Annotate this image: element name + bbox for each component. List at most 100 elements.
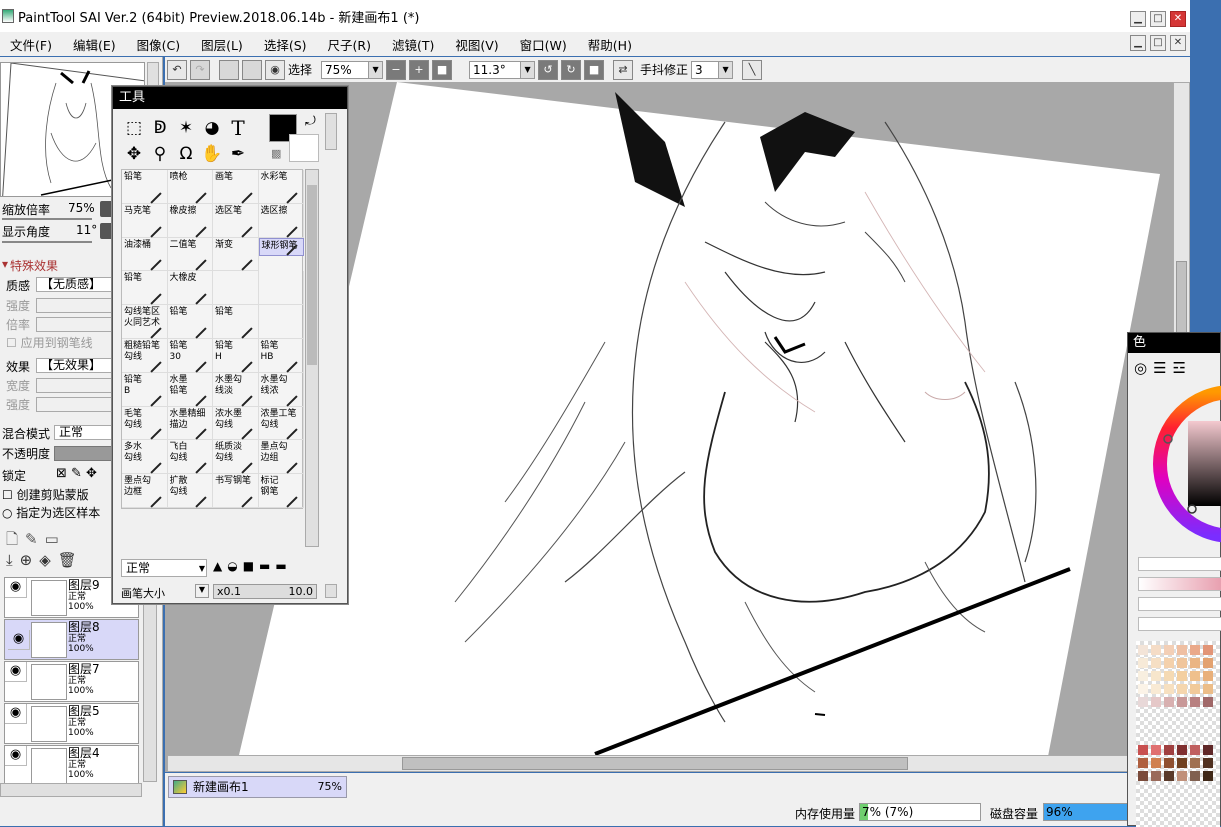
- angle-slider[interactable]: [2, 241, 92, 243]
- redo-button[interactable]: ↷: [190, 59, 210, 80]
- rotate-left-button[interactable]: ↺: [538, 59, 559, 80]
- palette-swatch[interactable]: [1190, 684, 1200, 694]
- brush-slot[interactable]: 毛笔 勾线: [122, 406, 168, 441]
- brush-slot[interactable]: 大橡皮: [167, 271, 213, 306]
- menu-filter[interactable]: 滤镜(T): [382, 35, 445, 54]
- tool-scrollbar[interactable]: [325, 113, 337, 150]
- brush-slot[interactable]: 选区笔: [213, 203, 259, 238]
- magic-wand-icon[interactable]: ✶: [173, 115, 199, 141]
- palette-swatch[interactable]: [1190, 658, 1200, 668]
- rotate-right-button[interactable]: ↻: [561, 59, 582, 80]
- brush-slot[interactable]: 铅笔 30: [167, 338, 213, 373]
- brush-slot[interactable]: 橡皮擦: [167, 203, 213, 238]
- palette-swatch[interactable]: [1164, 684, 1174, 694]
- palette-swatch[interactable]: [1164, 758, 1174, 768]
- layer-item[interactable]: ◉ 图层4 正常 100%: [4, 745, 139, 785]
- brush-scrollbar[interactable]: [305, 169, 319, 547]
- brush-slot[interactable]: 水墨精细 描边: [167, 406, 213, 441]
- brush-slot[interactable]: 飞白 勾线: [167, 440, 213, 475]
- shape-icon[interactable]: ◕: [199, 115, 225, 141]
- brush-size-spin[interactable]: [325, 584, 337, 598]
- palette-swatch[interactable]: [1203, 771, 1213, 781]
- palette-swatch[interactable]: [1190, 645, 1200, 655]
- palette-swatch[interactable]: [1203, 758, 1213, 768]
- move-icon[interactable]: ✥: [121, 141, 147, 167]
- eye-toggle-icon[interactable]: ◉: [265, 59, 285, 80]
- layer-item-selected[interactable]: ◉ 图层8 正常 100%: [4, 619, 139, 660]
- brush-slot[interactable]: 勾线笔区 火同艺术: [122, 305, 168, 339]
- brush-slot[interactable]: 画笔: [213, 170, 259, 204]
- brush-slot[interactable]: [258, 305, 304, 339]
- rect-select-icon[interactable]: ⬚: [121, 115, 147, 141]
- eyedropper-icon[interactable]: ✒: [225, 141, 251, 167]
- brush-slot[interactable]: 铅笔 H: [213, 338, 259, 373]
- palette-swatch[interactable]: [1138, 771, 1148, 781]
- palette-swatch[interactable]: [1177, 684, 1187, 694]
- palette-swatch[interactable]: [1203, 658, 1213, 668]
- brush-slot[interactable]: 铅笔: [122, 170, 168, 204]
- crop-button[interactable]: [242, 59, 262, 80]
- palette-swatch[interactable]: [1203, 697, 1213, 707]
- palette-swatch[interactable]: [1190, 745, 1200, 755]
- doc-close-button[interactable]: ✕: [1170, 35, 1186, 51]
- palette-swatch[interactable]: [1151, 645, 1161, 655]
- brush-scroll-thumb[interactable]: [307, 185, 317, 365]
- angle-select[interactable]: 11.3° ▼: [469, 60, 536, 79]
- layer-actions-icons[interactable]: ⤓⊕◈🗑: [6, 551, 84, 569]
- brush-slot[interactable]: 粗糙铅笔 勾线: [122, 338, 168, 373]
- palette-swatch[interactable]: [1190, 697, 1200, 707]
- doc-minimize-button[interactable]: ▁: [1130, 35, 1146, 51]
- brush-slot[interactable]: 铅笔 HB: [258, 338, 304, 373]
- brush-slot[interactable]: 喷枪: [167, 170, 213, 204]
- layer-item[interactable]: ◉ 图层7 正常 100%: [4, 661, 139, 702]
- brush-slot[interactable]: 铅笔: [213, 305, 259, 339]
- menu-file[interactable]: 文件(F): [0, 35, 63, 54]
- palette-swatch[interactable]: [1177, 658, 1187, 668]
- brush-slot[interactable]: 纸质淡 勾线: [213, 440, 259, 475]
- lock-icons[interactable]: ⊠ ✎ ✥: [56, 466, 97, 481]
- transparent-color-icon[interactable]: ▩: [271, 147, 281, 160]
- canvas-hscroll-thumb[interactable]: [402, 757, 908, 770]
- brush-slot[interactable]: 铅笔: [167, 305, 213, 339]
- brush-slot[interactable]: 扩散 勾线: [167, 474, 213, 508]
- palette-swatch[interactable]: [1203, 645, 1213, 655]
- undo-button[interactable]: ↶: [167, 59, 187, 80]
- palette-swatch[interactable]: [1151, 697, 1161, 707]
- color-slider-1[interactable]: [1138, 557, 1221, 571]
- eye-icon[interactable]: ◉: [5, 704, 27, 724]
- palette-swatch[interactable]: [1190, 771, 1200, 781]
- palette-swatch[interactable]: [1138, 684, 1148, 694]
- palette-swatch[interactable]: [1164, 771, 1174, 781]
- palette-swatch[interactable]: [1151, 684, 1161, 694]
- brush-slot[interactable]: 水墨勾 线浓: [258, 372, 304, 407]
- palette-swatch[interactable]: [1151, 771, 1161, 781]
- palette-swatch[interactable]: [1164, 658, 1174, 668]
- palette-swatch[interactable]: [1177, 758, 1187, 768]
- color-wheel[interactable]: [1152, 379, 1221, 549]
- color-slider-2[interactable]: [1138, 577, 1221, 591]
- deselect-button[interactable]: [219, 59, 239, 80]
- brush-slot[interactable]: 水墨勾 线淡: [213, 372, 259, 407]
- palette-swatch[interactable]: [1177, 697, 1187, 707]
- hand-icon[interactable]: ✋: [199, 141, 225, 167]
- menu-select[interactable]: 选择(S): [254, 35, 318, 54]
- chevron-down-icon[interactable]: ▼: [195, 584, 209, 598]
- menu-layer[interactable]: 图层(L): [191, 35, 254, 54]
- layer-scrollbar[interactable]: [143, 577, 157, 782]
- palette-swatch[interactable]: [1138, 645, 1148, 655]
- lasso-icon[interactable]: ↁ: [147, 115, 173, 141]
- menu-window[interactable]: 窗口(W): [510, 35, 578, 54]
- sample-radio[interactable]: ○ 指定为选区样本: [2, 504, 100, 521]
- clip-checkbox[interactable]: ☐ 创建剪贴蒙版: [2, 486, 89, 503]
- triangle-down-icon[interactable]: ▾: [2, 257, 8, 271]
- brush-slot[interactable]: 浓墨工笔 勾线: [258, 406, 304, 441]
- flip-horizontal-button[interactable]: ⇄: [613, 59, 634, 80]
- layer-hscrollbar[interactable]: [0, 783, 142, 797]
- brush-shape-icons[interactable]: ▲◒■▬▬: [213, 559, 317, 577]
- zoom-reset-button[interactable]: ■: [432, 59, 453, 80]
- palette-swatch[interactable]: [1151, 671, 1161, 681]
- canvas-hscrollbar[interactable]: [167, 755, 1167, 772]
- zoom-in-button[interactable]: +: [409, 59, 430, 80]
- menu-help[interactable]: 帮助(H): [578, 35, 643, 54]
- close-button[interactable]: ✕: [1170, 11, 1186, 27]
